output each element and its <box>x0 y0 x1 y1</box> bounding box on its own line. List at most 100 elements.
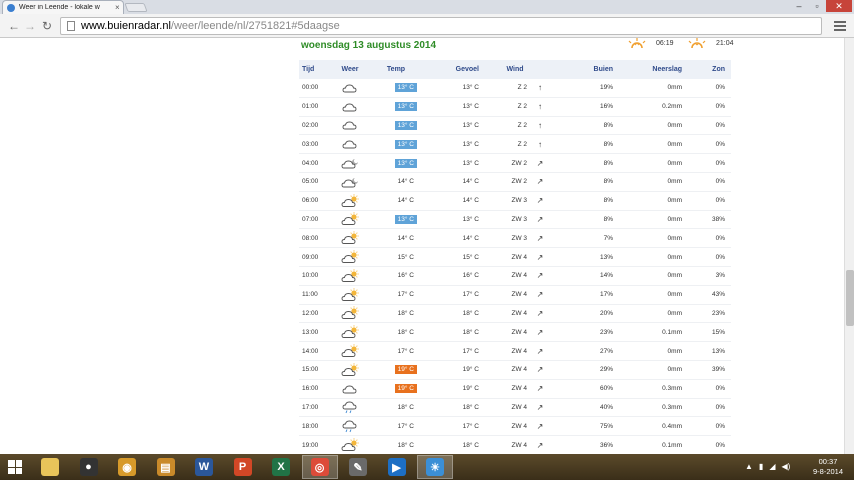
row-temp: 17° C <box>397 347 414 355</box>
taskbar-app-archive[interactable]: ▤ <box>148 455 184 479</box>
taskbar-app-word[interactable]: W <box>186 455 222 479</box>
wind-direction-icon: ↗ <box>536 308 544 318</box>
row-buien: 8% <box>603 140 613 148</box>
url-host: www.buienradar.nl <box>81 20 171 32</box>
date-heading: woensdag 13 augustus 2014 <box>301 40 437 51</box>
row-gevoel: 18° C <box>462 403 479 411</box>
row-temp-cell: 13° C <box>371 154 421 172</box>
page-content: woensdag 13 augustus 2014 06:19 21:04 Ti… <box>0 38 844 454</box>
row-wind: ZW 4 <box>511 385 527 393</box>
wind-direction-icon: ↗ <box>536 233 544 243</box>
table-row: 13:00 18° C 18° C ZW 4 ↗ 23% 0.1mm 15% <box>299 323 731 343</box>
row-wind-arrow-cell: ↗ <box>527 342 553 360</box>
camera-app-icon: ◉ <box>118 458 136 476</box>
row-gevoel: 18° C <box>462 328 479 336</box>
row-gevoel: 15° C <box>462 253 479 261</box>
row-wind: Z 2 <box>517 84 527 92</box>
reload-icon[interactable]: ↻ <box>42 20 52 32</box>
powerpoint-icon: P <box>233 458 252 476</box>
row-buien: 19% <box>599 84 613 92</box>
row-weather-cell <box>329 267 371 285</box>
table-row: 14:00 17° C 17° C ZW 4 ↗ 27% 0mm 13% <box>299 342 731 361</box>
wind-direction-icon: ↗ <box>536 327 544 337</box>
scrollbar-thumb[interactable] <box>846 270 854 326</box>
row-buien: 17% <box>599 291 613 299</box>
row-time: 16:00 <box>302 385 319 393</box>
row-neerslag: 0mm <box>667 234 682 242</box>
maximize-button[interactable]: ▫ <box>808 0 826 12</box>
taskbar-app-photo-editor[interactable]: ✎ <box>340 455 376 479</box>
taskbar-app-file-explorer[interactable] <box>32 455 68 479</box>
taskbar-app-media-player[interactable]: ● <box>71 455 107 479</box>
forward-arrow-icon[interactable]: → <box>24 20 36 32</box>
row-temp: 19° C <box>394 365 417 375</box>
row-buien: 20% <box>599 309 613 317</box>
window-close-button[interactable]: ✕ <box>826 0 852 12</box>
row-neerslag: 0mm <box>667 366 682 374</box>
row-gevoel: 18° C <box>462 441 479 449</box>
taskbar-app-weather-app[interactable]: ☀ <box>417 455 453 479</box>
row-wind: Z 2 <box>517 140 527 148</box>
row-gevoel: 19° C <box>462 366 479 374</box>
row-neerslag: 0mm <box>667 215 682 223</box>
row-wind-arrow-cell: ↗ <box>527 436 553 454</box>
row-time: 08:00 <box>302 234 319 242</box>
minimize-button[interactable]: – <box>790 0 808 12</box>
row-wind-arrow-cell: ↗ <box>527 380 553 398</box>
cloud-rain-icon <box>342 420 357 433</box>
row-temp-cell: 17° C <box>371 417 421 435</box>
header-neerslag: Neerslag <box>652 66 682 73</box>
row-weather-cell <box>329 192 371 210</box>
battery-icon[interactable]: ▮ <box>759 462 763 471</box>
wind-direction-icon: ↗ <box>536 290 544 300</box>
row-buien: 8% <box>603 178 613 186</box>
partly-sunny-icon <box>341 250 359 264</box>
row-neerslag: 0mm <box>667 159 682 167</box>
start-button[interactable] <box>0 454 30 480</box>
chrome-menu-icon[interactable] <box>834 20 846 32</box>
browser-tab[interactable]: Weer in Leende - lokale w × <box>2 0 124 14</box>
address-bar[interactable]: www.buienradar.nl/weer/leende/nl/2751821… <box>60 17 822 35</box>
tab-close-icon[interactable]: × <box>115 3 120 12</box>
row-wind: ZW 4 <box>511 309 527 317</box>
taskbar-app-camera-app[interactable]: ◉ <box>109 455 145 479</box>
new-tab-button[interactable] <box>124 3 148 12</box>
row-buien: 14% <box>599 272 613 280</box>
row-time: 11:00 <box>302 291 318 299</box>
back-arrow-icon[interactable]: ← <box>8 20 20 32</box>
row-wind: ZW 4 <box>511 403 527 411</box>
row-time: 05:00 <box>302 178 319 186</box>
row-temp-cell: 15° C <box>371 248 421 266</box>
row-zon: 0% <box>715 234 725 242</box>
row-temp-cell: 18° C <box>371 436 421 454</box>
row-temp: 13° C <box>394 120 417 130</box>
row-temp-cell: 18° C <box>371 305 421 323</box>
network-icon[interactable]: ◢ <box>769 462 775 471</box>
taskbar-app-excel[interactable]: X <box>263 455 299 479</box>
volume-icon[interactable]: ◀) <box>781 462 790 471</box>
row-neerslag: 0.1mm <box>662 328 682 336</box>
tray-overflow-icon[interactable]: ▲ <box>745 462 753 471</box>
row-wind-arrow-cell: ↗ <box>527 399 553 417</box>
row-time: 13:00 <box>302 328 319 336</box>
sunset-icon <box>688 38 706 48</box>
video-player-icon: ▶ <box>387 458 406 476</box>
row-gevoel: 14° C <box>462 178 479 186</box>
page-scrollbar[interactable] <box>844 38 854 454</box>
row-wind-arrow-cell: ↗ <box>527 211 553 229</box>
row-wind: ZW 2 <box>511 178 527 186</box>
row-wind-arrow-cell: ↗ <box>527 229 553 247</box>
taskbar-app-powerpoint[interactable]: P <box>225 455 261 479</box>
taskbar-clock[interactable]: 00:37 9-8-2014 <box>806 457 850 477</box>
taskbar-app-chrome[interactable]: ◎ <box>301 455 338 479</box>
row-temp-cell: 14° C <box>371 173 421 191</box>
row-temp: 14° C <box>397 178 414 186</box>
table-header: Tijd Weer Temp Gevoel Wind Buien Neersla… <box>299 60 731 79</box>
taskbar-app-video-player[interactable]: ▶ <box>379 455 415 479</box>
row-neerslag: 0mm <box>667 178 682 186</box>
row-buien: 7% <box>603 234 613 242</box>
row-neerslag: 0.4mm <box>662 422 682 430</box>
row-gevoel: 14° C <box>462 197 479 205</box>
wind-direction-icon: ↗ <box>536 346 544 356</box>
header-wind: Wind <box>506 66 524 73</box>
